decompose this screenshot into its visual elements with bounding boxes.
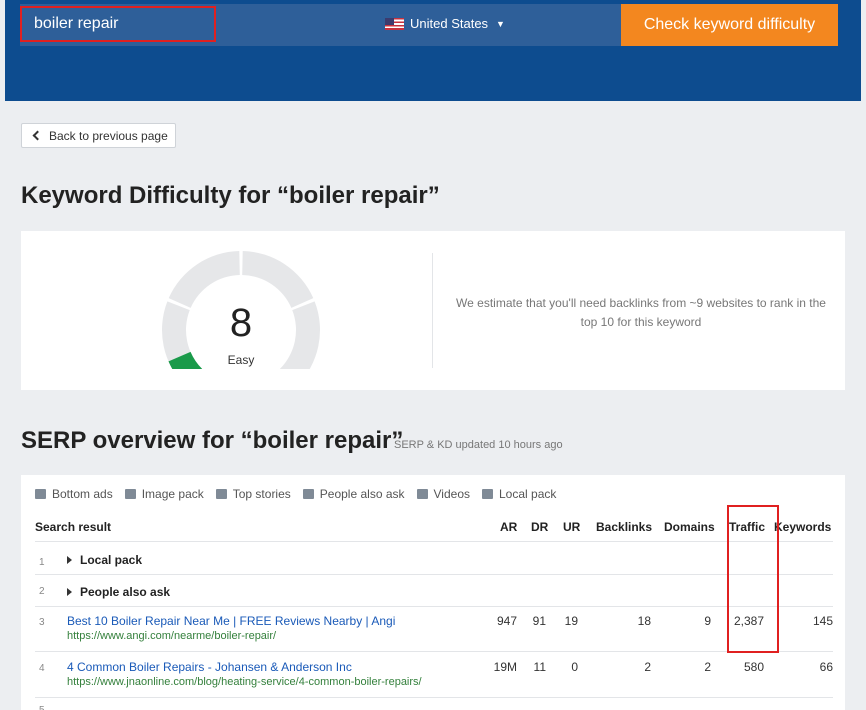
- cell-ar: 19M: [493, 660, 517, 674]
- traffic-highlight-box: [727, 505, 779, 653]
- serp-updated: SERP & KD updated 10 hours ago: [394, 439, 563, 451]
- feature-label: Image pack: [141, 487, 204, 501]
- row-divider: [35, 574, 833, 575]
- row-divider: [35, 651, 833, 652]
- row-index: 1: [39, 557, 45, 568]
- cell-domains[interactable]: 9: [691, 614, 711, 628]
- serp-title: SERP overview for “boiler repair”: [21, 427, 404, 454]
- image-icon: [124, 489, 136, 499]
- col-dr[interactable]: DR: [531, 520, 548, 534]
- row-index: 3: [39, 617, 45, 628]
- ads-icon: [35, 489, 46, 499]
- col-domains[interactable]: Domains: [664, 520, 715, 534]
- feature-top-stories: Top stories: [215, 487, 291, 501]
- gauge-track-segment: [279, 301, 320, 369]
- us-flag-icon: [385, 17, 404, 30]
- cell-dr: 91: [532, 614, 546, 628]
- feature-label: Bottom ads: [52, 487, 113, 501]
- feature-people-also-ask: People also ask: [302, 487, 405, 501]
- result-url[interactable]: https://www.angi.com/nearme/boiler-repai…: [67, 630, 276, 642]
- back-button[interactable]: Back to previous page: [21, 123, 176, 148]
- feature-videos: Videos: [416, 487, 470, 501]
- cell-domains[interactable]: 2: [691, 660, 711, 674]
- serp-features: Bottom ads Image pack Top stories People…: [35, 487, 556, 501]
- caret-down-icon: ▼: [496, 18, 505, 29]
- gauge-track-segment: [242, 251, 314, 308]
- feature-bottom-ads: Bottom ads: [35, 487, 113, 501]
- row-title: People also ask: [80, 585, 171, 599]
- row-divider: [35, 606, 833, 607]
- col-ur[interactable]: UR: [563, 520, 580, 534]
- row-index: 4: [39, 663, 45, 674]
- check-keyword-difficulty-button[interactable]: Check keyword difficulty: [621, 4, 838, 46]
- keyword-search-input[interactable]: boiler repair: [20, 6, 216, 42]
- feature-label: Videos: [433, 487, 470, 501]
- country-label: United States: [410, 16, 489, 31]
- cell-backlinks[interactable]: 2: [621, 660, 651, 674]
- cell-traffic: 580: [743, 660, 764, 674]
- cell-dr: 11: [533, 660, 546, 674]
- cell-backlinks[interactable]: 18: [621, 614, 651, 628]
- feature-label: Top stories: [232, 487, 291, 501]
- cell-ar: 947: [496, 614, 517, 628]
- row-divider: [35, 541, 833, 542]
- result-url[interactable]: https://www.jnaonline.com/blog/heating-s…: [67, 676, 422, 688]
- feature-label: People also ask: [319, 487, 405, 501]
- expand-triangle-icon: [67, 556, 72, 564]
- news-icon: [215, 489, 227, 499]
- divider: [432, 253, 433, 368]
- serp-table-card: Bottom ads Image pack Top stories People…: [21, 475, 845, 710]
- kd-score: 8: [229, 301, 253, 345]
- col-ar[interactable]: AR: [500, 520, 517, 534]
- row-divider: [35, 697, 833, 698]
- cell-ur: 19: [564, 614, 578, 628]
- col-keywords[interactable]: Keywords: [774, 520, 831, 534]
- question-icon: [302, 489, 314, 499]
- cell-keywords[interactable]: 66: [801, 660, 833, 674]
- expand-triangle-icon: [67, 588, 72, 596]
- col-backlinks[interactable]: Backlinks: [596, 520, 652, 534]
- feature-local-pack: Local pack: [482, 487, 556, 501]
- pin-icon: [482, 489, 493, 499]
- cell-ur: 0: [571, 660, 578, 674]
- kd-title: Keyword Difficulty for “boiler repair”: [21, 182, 440, 209]
- gauge-track-segment: [168, 251, 240, 308]
- feature-label: Local pack: [499, 487, 557, 501]
- col-search-result[interactable]: Search result: [35, 520, 111, 534]
- row-people-also-ask[interactable]: People also ask: [67, 585, 170, 599]
- feature-image-pack: Image pack: [124, 487, 204, 501]
- chevron-left-icon: [32, 130, 43, 141]
- row-local-pack[interactable]: Local pack: [67, 553, 142, 567]
- cell-keywords[interactable]: 145: [801, 614, 833, 628]
- result-title-link[interactable]: Best 10 Boiler Repair Near Me | FREE Rev…: [67, 614, 395, 628]
- row-index: 2: [39, 586, 45, 597]
- back-button-label: Back to previous page: [49, 128, 168, 143]
- row-title: Local pack: [80, 553, 143, 567]
- video-icon: [416, 489, 428, 499]
- row-index: 5: [39, 705, 45, 710]
- result-title-link[interactable]: 4 Common Boiler Repairs - Johansen & And…: [67, 660, 352, 674]
- kd-estimate: We estimate that you'll need backlinks f…: [456, 296, 826, 329]
- kd-level: Easy: [227, 353, 255, 367]
- country-selector[interactable]: United States ▼: [385, 16, 505, 31]
- kd-card: 8 Easy We estimate that you'll need back…: [21, 231, 845, 390]
